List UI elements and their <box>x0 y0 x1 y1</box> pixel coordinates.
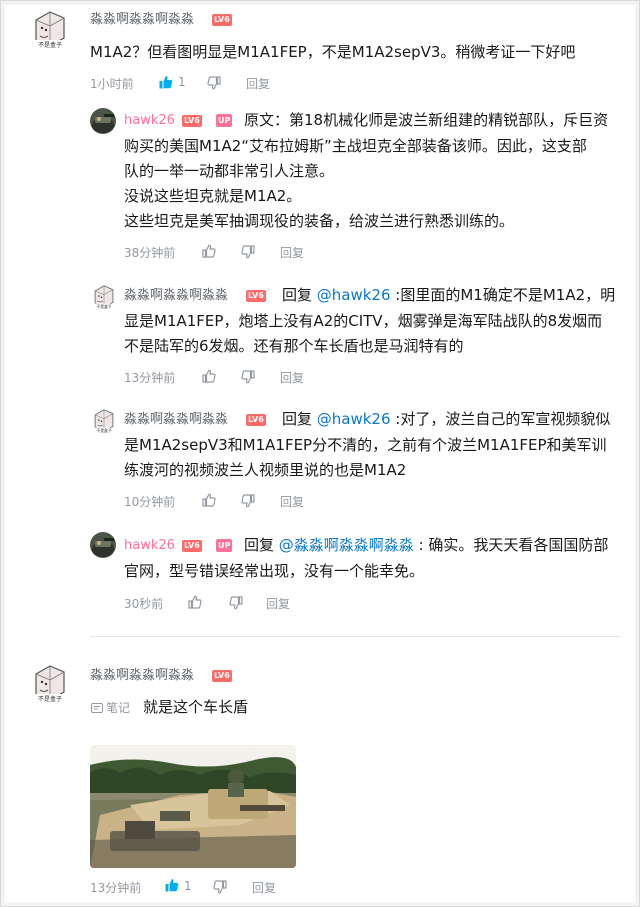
like-count: 1 <box>184 879 192 893</box>
thumbs-down-icon[interactable] <box>228 595 244 611</box>
reply-text-line: 回复 @淼淼啊淼淼啊淼淼 : 确实。我天天看各国国防部 <box>244 533 608 558</box>
user-avatar[interactable] <box>28 6 72 50</box>
reply-button[interactable]: 回复 <box>280 493 304 510</box>
reply-prefix: 回复 <box>244 536 279 554</box>
thumbs-up-icon[interactable] <box>158 74 174 90</box>
comment-username[interactable]: 淼淼啊淼淼啊淼淼 <box>90 12 194 28</box>
reply-username[interactable]: hawk26 <box>124 538 175 554</box>
user-avatar[interactable] <box>28 660 72 704</box>
level-badge: LV6 <box>212 670 232 682</box>
user-avatar[interactable] <box>90 108 116 134</box>
mention-link[interactable]: @hawk26 <box>317 410 391 428</box>
reply-text: : 确实。我天天看各国国防部 <box>413 536 609 554</box>
comment-username[interactable]: 淼淼啊淼淼啊淼淼 <box>90 668 194 684</box>
reply-text-line: 回复 @hawk26 :对了，波兰自己的军宣视频貌似 <box>282 407 610 432</box>
reply-button[interactable]: 回复 <box>280 244 304 261</box>
user-avatar[interactable] <box>90 282 118 310</box>
reply-text-line: 不是陆军的6发烟。还有那个车长盾也是马润特有的 <box>124 337 464 355</box>
reply-time: 38分钟前 <box>124 246 176 260</box>
reply-text-line: 回复 @hawk26 :图里面的M1确定不是M1A2，明 <box>282 283 615 308</box>
comment-time: 13分钟前 <box>90 881 142 895</box>
note-icon <box>91 702 103 713</box>
reply-username[interactable]: 淼淼啊淼淼啊淼淼 <box>124 288 228 304</box>
reply-button[interactable]: 回复 <box>280 369 304 386</box>
reply-text-line: 官网，型号错误经常出现，没有一个能幸免。 <box>124 562 425 580</box>
reply-time: 13分钟前 <box>124 371 176 385</box>
up-badge: UP <box>216 114 233 127</box>
up-badge: UP <box>216 539 233 552</box>
like-count: 1 <box>178 75 186 89</box>
reply-username[interactable]: 淼淼啊淼淼啊淼淼 <box>124 412 228 428</box>
level-badge: LV6 <box>212 14 232 26</box>
reply-time: 10分钟前 <box>124 495 176 509</box>
level-badge: LV6 <box>246 290 266 302</box>
thumbs-up-icon[interactable] <box>187 594 203 610</box>
note-tag-label: 笔记 <box>106 701 131 715</box>
thumbs-up-icon[interactable] <box>164 877 180 893</box>
thumbs-down-icon[interactable] <box>240 244 256 260</box>
reply-text-line: 显是M1A1FEP，炮塔上没有A2的CITV，烟雾弹是海军陆战队的8发烟而 <box>124 312 603 330</box>
comment-text: 就是这个车长盾 <box>143 698 249 716</box>
thumbs-down-icon[interactable] <box>212 879 228 895</box>
comment-divider <box>90 636 620 637</box>
level-badge: LV6 <box>182 115 202 127</box>
reply-text-line: 原文：第18机械化师是波兰新组建的精锐部队，斥巨资 <box>244 111 609 129</box>
reply-username[interactable]: hawk26 <box>124 113 175 129</box>
reply-button[interactable]: 回复 <box>246 75 270 92</box>
level-badge: LV6 <box>182 540 202 552</box>
thumbs-up-icon[interactable] <box>201 243 217 259</box>
reply-text-line: 队的一举一动都非常引人注意。 <box>124 162 335 180</box>
reply-button[interactable]: 回复 <box>252 879 276 896</box>
thumbs-down-icon[interactable] <box>240 493 256 509</box>
user-avatar[interactable] <box>90 406 118 434</box>
reply-text: :图里面的M1确定不是M1A2，明 <box>390 286 616 304</box>
reply-text-line: 练渡河的视频波兰人视频里说的也是M1A2 <box>124 461 407 479</box>
thumbs-down-icon[interactable] <box>240 369 256 385</box>
tank-photo[interactable] <box>90 745 296 868</box>
user-avatar[interactable] <box>90 532 116 558</box>
comment-time: 1小时前 <box>90 77 134 91</box>
reply-time: 30秒前 <box>124 597 164 611</box>
mention-link[interactable]: @hawk26 <box>317 286 391 304</box>
reply-text-line: 这些坦克是美军抽调现役的装备，给波兰进行熟悉训练的。 <box>124 212 515 230</box>
reply-text-line: 购买的美国M1A2“艾布拉姆斯”主战坦克全部装备该师。因此，这支部 <box>124 137 587 155</box>
thumbs-up-icon[interactable] <box>201 492 217 508</box>
reply-text: :对了，波兰自己的军宣视频貌似 <box>390 410 611 428</box>
level-badge: LV6 <box>246 414 266 426</box>
reply-prefix: 回复 <box>282 410 317 428</box>
reply-text-line: 没说这些坦克就是M1A2。 <box>124 187 302 205</box>
comment-text: M1A2？但看图明显是M1A1FEP，不是M1A2sepV3。稍微考证一下好吧 <box>90 43 576 61</box>
reply-prefix: 回复 <box>282 286 317 304</box>
note-tag[interactable]: 笔记 <box>90 699 130 716</box>
reply-text-line: 是M1A2sepV3和M1A1FEP分不清的，之前有个波兰M1A1FEP和美军训 <box>124 436 607 454</box>
thumbs-up-icon[interactable] <box>201 368 217 384</box>
mention-link[interactable]: @淼淼啊淼淼啊淼淼 <box>279 536 414 554</box>
thumbs-down-icon[interactable] <box>206 75 222 91</box>
reply-button[interactable]: 回复 <box>266 595 290 612</box>
